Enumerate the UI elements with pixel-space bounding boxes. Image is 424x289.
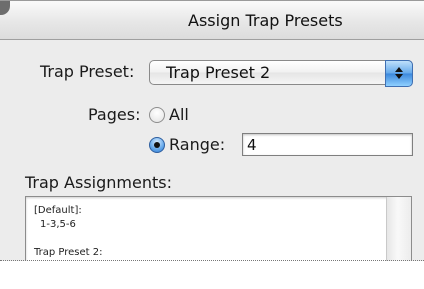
range-input[interactable] bbox=[242, 133, 413, 156]
trap-preset-label: Trap Preset: bbox=[40, 62, 135, 81]
dialog-title: Assign Trap Presets bbox=[188, 11, 343, 30]
dotted-separator bbox=[0, 260, 424, 261]
select-arrows-icon[interactable] bbox=[385, 60, 413, 87]
pages-all-radio[interactable] bbox=[149, 107, 165, 123]
chevron-up-icon bbox=[395, 67, 403, 72]
list-item-name: [Default]: bbox=[34, 205, 82, 216]
trap-preset-selected-value: Trap Preset 2 bbox=[166, 63, 271, 82]
assignments-content: [Default]: 1-3,5-6 Trap Preset 2: 4 bbox=[34, 204, 103, 261]
trap-preset-select[interactable]: Trap Preset 2 bbox=[149, 60, 413, 87]
list-item-pages: 1-3,5-6 bbox=[40, 219, 76, 230]
trap-assignments-list[interactable]: [Default]: 1-3,5-6 Trap Preset 2: 4 bbox=[25, 196, 412, 261]
window-corner bbox=[0, 1, 10, 15]
trap-assignments-label: Trap Assignments: bbox=[25, 173, 172, 192]
radio-selected-dot-icon bbox=[154, 142, 160, 148]
vertical-scrollbar[interactable] bbox=[386, 197, 411, 261]
list-item-name: Trap Preset 2: bbox=[34, 247, 103, 258]
assign-trap-presets-dialog: Assign Trap Presets Trap Preset: Trap Pr… bbox=[0, 0, 424, 261]
pages-range-label[interactable]: Range: bbox=[169, 135, 225, 154]
pages-range-radio[interactable] bbox=[149, 137, 165, 153]
list-spacer bbox=[34, 232, 103, 246]
pages-label: Pages: bbox=[88, 105, 141, 124]
title-bar[interactable]: Assign Trap Presets bbox=[0, 1, 424, 40]
chevron-down-icon bbox=[395, 74, 403, 79]
pages-all-label[interactable]: All bbox=[169, 105, 189, 124]
